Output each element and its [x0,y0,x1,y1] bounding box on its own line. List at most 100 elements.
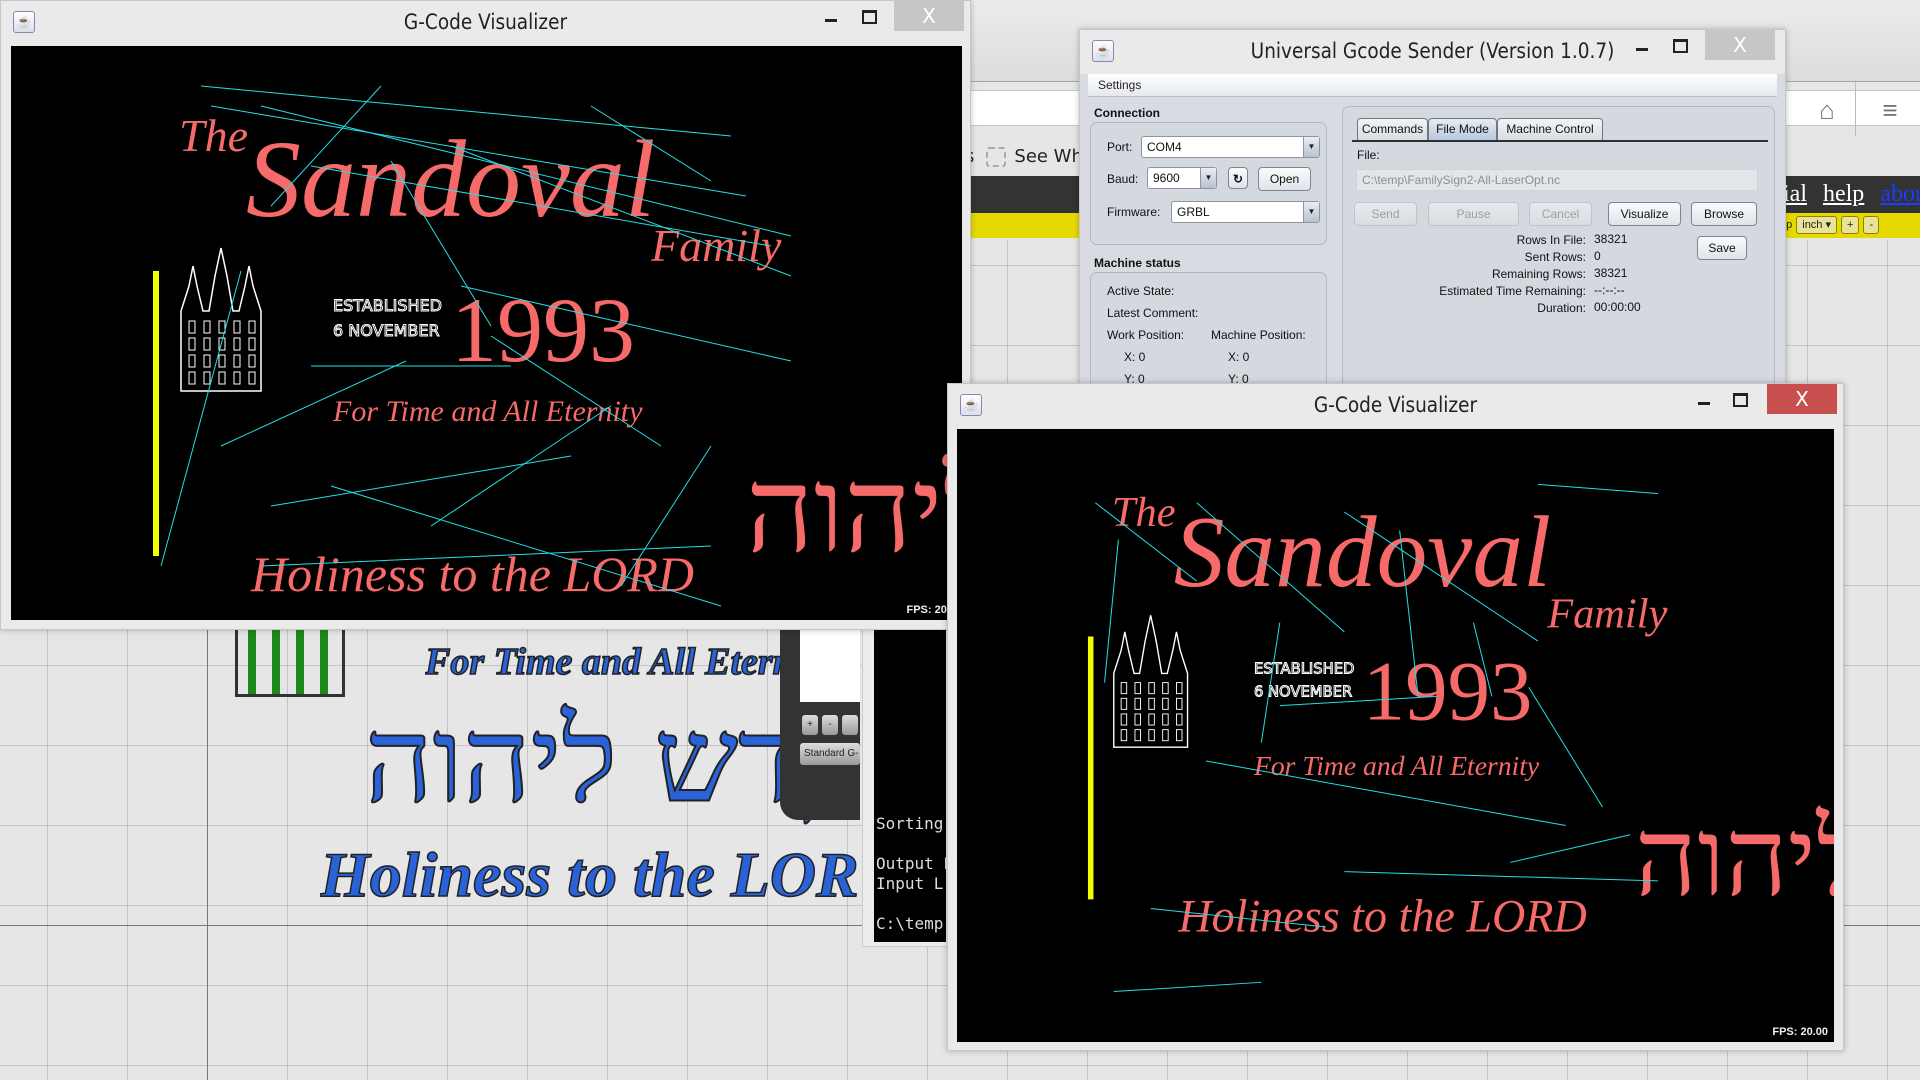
refresh-icon: ↻ [1232,172,1244,186]
see-what-option[interactable]: sSee Wh [965,146,1083,167]
maximize-icon [861,10,877,25]
bg-minus-button[interactable]: - [822,715,838,735]
latest-comment-label: Latest Comment: [1107,306,1199,320]
firmware-select[interactable]: GRBL ▼ [1171,201,1320,223]
nav-link-help[interactable]: help [1823,181,1864,207]
maximize-button[interactable] [852,1,886,31]
close-button[interactable]: X [1767,384,1837,414]
console-output: Sorting Output L Input L C:\temp [874,628,946,942]
maximize-icon [1732,393,1748,408]
design-motto-text: For Time and All Eternity [332,395,643,428]
rapid-move-line [1104,539,1119,683]
bg-holiness-text: Holiness to the LOR [320,838,859,911]
stat-value: 0 [1594,249,1601,263]
design-the-text: The [179,110,248,161]
design-family-text: Family [1546,590,1667,637]
machine-status-group-label: Machine status [1094,256,1181,270]
design-motto-text: For Time and All Eternity [1253,750,1540,781]
file-path-field[interactable]: C:\temp\FamilySign2-All-LaserOpt.nc [1356,169,1758,191]
machine-x-value: X: 0 [1228,350,1250,364]
stat-label: Estimated Time Remaining: [1439,284,1586,298]
rapid-move-line [1537,483,1658,495]
design-year-text: 1993 [1363,644,1533,738]
java-app-icon: ☕ [13,11,35,33]
maximize-button[interactable] [1723,384,1757,414]
send-button[interactable]: Send [1354,202,1417,226]
unit-controls: ap inch ▾ + - [1780,216,1880,234]
menu-settings[interactable]: Settings [1098,78,1141,92]
minimize-button[interactable] [1687,384,1721,414]
stat-value: 38321 [1594,266,1628,280]
stat-label: Remaining Rows: [1491,267,1586,281]
chevron-down-icon: ▼ [1200,168,1216,188]
design-name-text: Sandoval [246,118,655,240]
tab-underline [1352,140,1768,142]
hamburger-menu-icon[interactable]: ≡ [1875,95,1905,125]
port-value: COM4 [1147,140,1182,154]
save-button[interactable]: Save [1697,236,1747,260]
minimize-button[interactable] [1625,30,1659,60]
see-what-checkbox[interactable] [986,147,1007,167]
stat-label: Duration: [1537,301,1586,315]
home-icon[interactable]: ⌂ [1812,95,1842,125]
visualizer-2-titlebar[interactable]: ☕ G-Code Visualizer X [948,384,1843,428]
open-button[interactable]: Open [1258,167,1311,191]
window-title: G-Code Visualizer [403,10,568,34]
maximize-button[interactable] [1663,30,1697,60]
bg-plus-button[interactable]: + [802,715,818,735]
stat-label: Rows In File: [1516,233,1586,247]
cancel-button[interactable]: Cancel [1529,202,1592,226]
design-holiness-text: Holiness to the LORD [1177,891,1586,942]
see-what-label: See Wh [1014,146,1083,167]
stat-value: 00:00:00 [1594,300,1641,314]
gcode-visualizer-window-1: ☕ G-Code Visualizer X The Sandoval Family E… [0,0,971,630]
visualizer-1-canvas[interactable]: The Sandoval Family ESTABLISHED 6 NOVEMBER 19… [11,46,962,620]
rapid-move-line [160,270,242,567]
refresh-ports-button[interactable]: ↻ [1228,167,1248,189]
port-select[interactable]: COM4 ▼ [1141,136,1320,158]
close-button[interactable]: X [1705,30,1775,60]
java-app-icon: ☕ [1092,40,1114,62]
file-label: File: [1357,148,1380,162]
baud-select[interactable]: 9600 ▼ [1147,167,1217,189]
browse-button[interactable]: Browse [1691,202,1757,226]
ugs-titlebar[interactable]: ☕ Universal Gcode Sender (Version 1.0.7)… [1080,30,1785,74]
tab-file-mode[interactable]: File Mode [1428,118,1497,140]
fps-counter: FPS: 20.00 [1772,1026,1828,1038]
tab-machine-control[interactable]: Machine Control [1497,118,1603,140]
tab-commands[interactable]: Commands [1357,118,1428,140]
active-state-label: Active State: [1107,284,1175,298]
rapid-move-line [1344,871,1658,882]
java-app-icon: ☕ [960,394,982,416]
port-label: Port: [1107,140,1133,154]
toolpath-render: TheSandovalFamilyESTABLISHED6 NOVEMBER 19… [153,85,962,607]
stat-value: 38321 [1594,232,1628,246]
site-nav-links: rial help about [1775,176,1920,213]
bg-preview-area [800,630,860,702]
baud-value: 9600 [1153,171,1180,185]
chevron-down-icon: ▼ [1303,202,1319,222]
zoom-out-button[interactable]: - [1863,216,1880,234]
design-the-text: The [1112,489,1176,536]
minimize-icon [1636,47,1648,51]
minimize-button[interactable] [814,1,848,31]
visualizer-2-canvas[interactable]: The Sandoval Family ESTABLISHED 6 NOVEMBER 19… [957,429,1834,1042]
design-established-text: ESTABLISHED [1254,660,1354,677]
pause-button[interactable]: Pause [1428,202,1519,226]
nav-link-about[interactable]: about [1880,181,1920,207]
rapid-move-line [1528,686,1603,808]
unit-select[interactable]: inch ▾ [1796,216,1838,234]
zoom-in-button[interactable]: + [1841,216,1860,234]
close-button[interactable]: X [894,1,964,31]
rapid-move-line [1510,834,1631,863]
universal-gcode-sender-window: ☕ Universal Gcode Sender (Version 1.0.7)… [1079,29,1786,406]
bg-extra-button[interactable] [842,715,858,735]
design-name-text: Sandoval [1174,496,1552,608]
bg-gcode-format-select[interactable]: Standard G- [800,743,860,765]
menu-bar: Settings [1088,74,1777,97]
visualize-button[interactable]: Visualize [1608,202,1681,226]
stat-label: Sent Rows: [1524,250,1586,264]
visualizer-1-titlebar[interactable]: ☕ G-Code Visualizer X [1,1,970,45]
design-family-text: Family [650,220,782,271]
rapid-move-line [1113,981,1262,993]
